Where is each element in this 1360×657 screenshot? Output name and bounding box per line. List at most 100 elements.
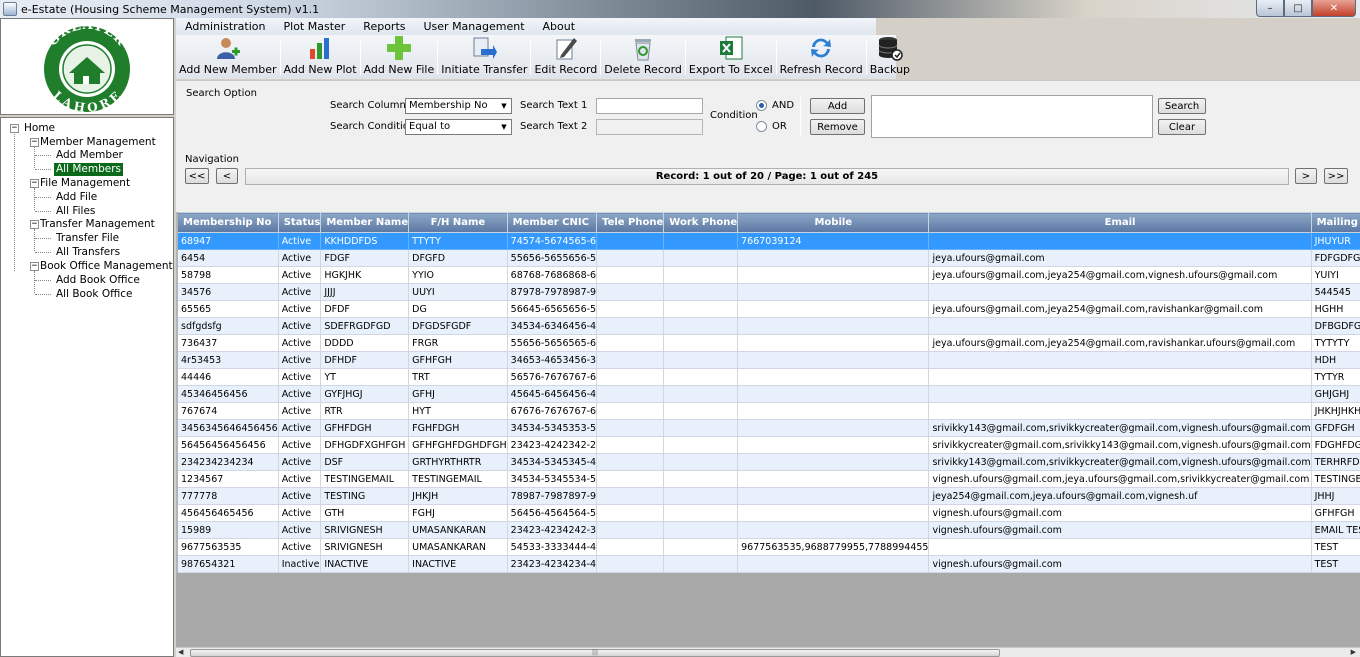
table-cell[interactable]: vignesh.ufours@gmail.com: [928, 504, 1312, 522]
search-condition-select[interactable]: Equal to ▼: [405, 119, 512, 135]
table-cell[interactable]: [596, 470, 665, 488]
table-cell[interactable]: vignesh.ufours@gmail.com: [928, 555, 1312, 573]
table-cell[interactable]: 34534-5345353-5: [506, 419, 598, 437]
table-cell[interactable]: [737, 453, 930, 471]
table-cell[interactable]: DDDD: [320, 334, 410, 352]
table-cell[interactable]: [737, 555, 930, 573]
table-cell[interactable]: 54533-3333444-4: [506, 538, 598, 556]
table-cell[interactable]: DFGFD: [408, 249, 508, 267]
table-cell[interactable]: [663, 538, 739, 556]
edit-record-button[interactable]: Edit Record: [531, 35, 600, 79]
table-cell[interactable]: 736437: [177, 334, 279, 352]
table-cell[interactable]: [663, 487, 739, 505]
table-cell[interactable]: Active: [277, 249, 322, 267]
search-column-select[interactable]: Membership No ▼: [405, 98, 512, 114]
table-cell[interactable]: Active: [277, 317, 322, 335]
refresh-record-button[interactable]: Refresh Record: [777, 35, 866, 79]
table-cell[interactable]: [596, 504, 665, 522]
table-cell[interactable]: 34534-5345345-4: [506, 453, 598, 471]
table-cell[interactable]: UMASANKARAN: [408, 538, 508, 556]
table-cell[interactable]: [737, 266, 930, 284]
table-cell[interactable]: TRT: [408, 368, 508, 386]
previous-page-button[interactable]: <: [216, 168, 238, 184]
table-cell[interactable]: DFHGDFXGHFGH: [320, 436, 410, 454]
table-cell[interactable]: DFBGDFG: [1310, 317, 1360, 335]
table-cell[interactable]: TESTINGEMAIL: [320, 470, 410, 488]
menu-user-management[interactable]: User Management: [415, 20, 534, 33]
table-cell[interactable]: FGHFDGH: [408, 419, 508, 437]
table-cell[interactable]: [663, 470, 739, 488]
table-cell[interactable]: [596, 419, 665, 437]
table-cell[interactable]: GTH: [320, 504, 410, 522]
table-cell[interactable]: jeya254@gmail.com,jeya.ufours@gmail.com,…: [928, 487, 1312, 505]
table-cell[interactable]: [596, 232, 665, 250]
table-cell[interactable]: 9677563535: [177, 538, 279, 556]
table-cell[interactable]: JHKHJHKH: [1310, 402, 1360, 420]
table-cell[interactable]: Active: [277, 351, 322, 369]
table-cell[interactable]: [663, 334, 739, 352]
table-cell[interactable]: JHUYUR: [1310, 232, 1360, 250]
table-cell[interactable]: [737, 402, 930, 420]
table-cell[interactable]: Active: [277, 453, 322, 471]
remove-condition-button[interactable]: Remove: [810, 119, 865, 135]
table-cell[interactable]: DFHDF: [320, 351, 410, 369]
scroll-thumb[interactable]: |||: [190, 649, 1000, 657]
table-cell[interactable]: 68947: [177, 232, 279, 250]
table-cell[interactable]: 74574-5674565-6: [506, 232, 598, 250]
table-cell[interactable]: DFDF: [320, 300, 410, 318]
table-cell[interactable]: 767674: [177, 402, 279, 420]
table-cell[interactable]: Active: [277, 402, 322, 420]
table-cell[interactable]: jeya.ufours@gmail.com,jeya254@gmail.com,…: [928, 266, 1312, 284]
table-cell[interactable]: [596, 249, 665, 267]
table-cell[interactable]: Active: [277, 334, 322, 352]
table-cell[interactable]: [737, 334, 930, 352]
table-cell[interactable]: jeya.ufours@gmail.com: [928, 249, 1312, 267]
collapse-icon[interactable]: −: [10, 124, 19, 133]
table-row[interactable]: 15989 Active SRIVIGNESH UMASANKARAN 23423-42…: [176, 521, 1360, 539]
table-cell[interactable]: jeya.ufours@gmail.com,jeya254@gmail.com,…: [928, 334, 1312, 352]
table-row[interactable]: 58798 Active HGKJHK YYIO 68768-7686868-6 jeya…: [176, 266, 1360, 284]
table-cell[interactable]: Inactive: [277, 555, 322, 573]
table-cell[interactable]: FDFGDFGDF: [1310, 249, 1360, 267]
table-cell[interactable]: [737, 504, 930, 522]
table-cell[interactable]: [596, 368, 665, 386]
table-cell[interactable]: 45645-6456456-4: [506, 385, 598, 403]
table-cell[interactable]: INACTIVE: [408, 555, 508, 573]
column-header-member-name[interactable]: Member Name: [320, 212, 410, 233]
table-cell[interactable]: [596, 538, 665, 556]
table-cell[interactable]: [737, 521, 930, 539]
add-new-file-button[interactable]: Add New File: [361, 35, 438, 79]
table-cell[interactable]: [663, 368, 739, 386]
table-cell[interactable]: [663, 402, 739, 420]
table-cell[interactable]: [663, 555, 739, 573]
table-cell[interactable]: [663, 521, 739, 539]
column-header-work-phone[interactable]: Work Phone: [663, 212, 739, 233]
table-cell[interactable]: FDGF: [320, 249, 410, 267]
table-cell[interactable]: [596, 266, 665, 284]
table-cell[interactable]: [737, 385, 930, 403]
table-row[interactable]: 777778 Active TESTING JHKJH 78987-7987897-9 j…: [176, 487, 1360, 505]
table-row[interactable]: 736437 Active DDDD FRGR 55656-5656565-6 jeya.…: [176, 334, 1360, 352]
table-cell[interactable]: 34534-5345534-5: [506, 470, 598, 488]
table-cell[interactable]: [663, 351, 739, 369]
table-cell[interactable]: [737, 317, 930, 335]
table-cell[interactable]: DG: [408, 300, 508, 318]
table-cell[interactable]: [928, 351, 1312, 369]
backup-button[interactable]: Backup: [867, 35, 913, 79]
initiate-transfer-button[interactable]: Initiate Transfer: [438, 35, 530, 79]
table-row[interactable]: 4r53453 Active DFHDF GFHFGH 34653-4653456-3 H…: [176, 351, 1360, 369]
table-cell[interactable]: [596, 385, 665, 403]
table-row[interactable]: sdfgdsfg Active SDEFRGDFGD DFGDSFGDF 34534-6…: [176, 317, 1360, 335]
table-cell[interactable]: [737, 470, 930, 488]
table-cell[interactable]: 544545: [1310, 283, 1360, 301]
table-cell[interactable]: 456456465456: [177, 504, 279, 522]
table-cell[interactable]: srivikky143@gmail.com,srivikkycreater@gm…: [928, 453, 1312, 471]
table-cell[interactable]: [663, 317, 739, 335]
table-cell[interactable]: [663, 249, 739, 267]
table-cell[interactable]: [663, 232, 739, 250]
table-row[interactable]: 234234234234 Active DSF GRTHYRTHRTR 34534-53…: [176, 453, 1360, 471]
table-cell[interactable]: 987654321: [177, 555, 279, 573]
export-to-excel-button[interactable]: Export To Excel: [686, 35, 776, 79]
delete-record-button[interactable]: Delete Record: [601, 35, 685, 79]
table-cell[interactable]: 4r53453: [177, 351, 279, 369]
